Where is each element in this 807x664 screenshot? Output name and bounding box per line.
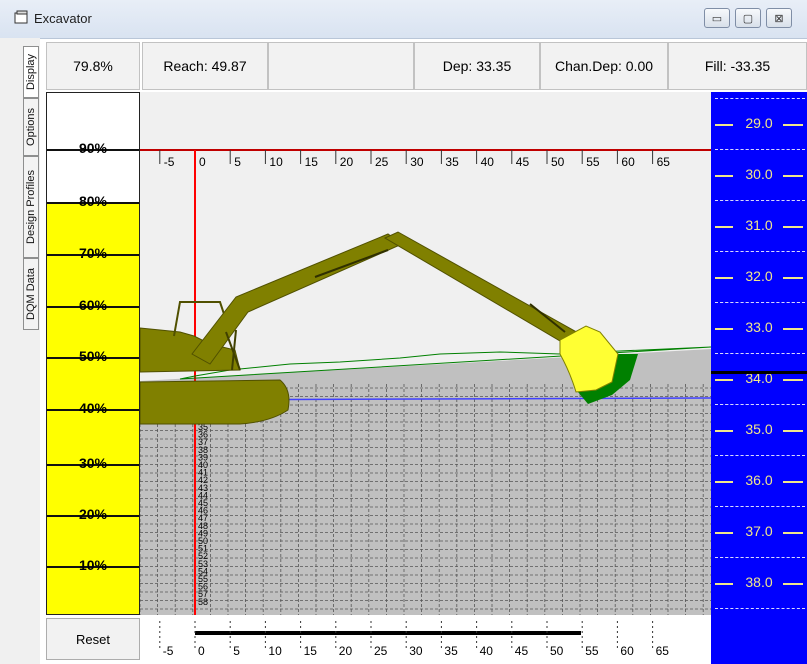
top-scale-label: 60	[621, 155, 635, 169]
bottom-ruler: -5 0 5 10 15 20 25 30 35 40 45 50 55 60 65	[140, 615, 711, 664]
depth-dash	[715, 608, 805, 609]
bottom-scale-label: 60	[620, 644, 634, 658]
depth-dash	[715, 557, 805, 558]
top-scale-label: 65	[657, 155, 671, 169]
window-icon	[14, 10, 28, 24]
bottom-scale-label: 10	[268, 644, 282, 658]
fill-readout: Fill: -33.35	[668, 42, 807, 90]
depth-label: 30.0	[745, 166, 773, 182]
fill-gauge: 90% 80% 70% 60% 50% 40% 30% 20% 10%	[46, 92, 140, 615]
gauge-label: 40%	[78, 400, 108, 416]
gauge-label: 10%	[78, 557, 108, 573]
depth-readout: Dep: 33.35	[414, 42, 540, 90]
blank-readout	[268, 42, 414, 90]
bottom-scale-label: 25	[374, 644, 388, 658]
depth-dash	[715, 404, 805, 405]
title-bar[interactable]: Excavator ▭ ▢ ⊠	[0, 0, 807, 39]
depth-dash	[715, 251, 805, 252]
bottom-scale-label: 45	[515, 644, 529, 658]
top-scale-label: 30	[410, 155, 424, 169]
top-scale-label: 0	[199, 155, 206, 169]
top-scale-label: -5	[164, 155, 175, 169]
gauge-label: 30%	[78, 455, 108, 471]
top-scale-label: 25	[375, 155, 389, 169]
depth-scale: 29.0 30.0 31.0 32.0 33.0 34.0 35.0 36.0 37.0 38.0	[711, 92, 807, 664]
bottom-scale-label: 15	[304, 644, 318, 658]
gauge-label: 20%	[78, 506, 108, 522]
excavator-scene: -505101520253035404550556065 30313233343…	[140, 92, 711, 615]
depth-dash	[715, 353, 805, 354]
gauge-label: 80%	[78, 193, 108, 209]
top-scale-label: 45	[516, 155, 530, 169]
depth-dash	[715, 149, 805, 150]
depth-dash	[715, 200, 805, 201]
reach-readout: Reach: 49.87	[142, 42, 268, 90]
minimize-button[interactable]: ▭	[704, 8, 730, 28]
bottom-scale-label: 0	[198, 644, 205, 658]
top-scale-label: 20	[340, 155, 354, 169]
gauge-label: 90%	[78, 140, 108, 156]
depth-dash	[715, 302, 805, 303]
bottom-scale-label: 5	[233, 644, 240, 658]
depth-label: 36.0	[745, 472, 773, 488]
depth-dash	[715, 98, 805, 99]
depth-label: 32.0	[745, 268, 773, 284]
bottom-scale-label: 30	[409, 644, 423, 658]
reset-button[interactable]: Reset	[46, 618, 140, 660]
top-scale-label: 40	[481, 155, 495, 169]
close-button[interactable]: ⊠	[766, 8, 792, 28]
top-scale-label: 10	[269, 155, 283, 169]
depth-label: 33.0	[745, 319, 773, 335]
gauge-label: 60%	[78, 297, 108, 313]
depth-label: 29.0	[745, 115, 773, 131]
depth-label: 35.0	[745, 421, 773, 437]
gauge-label: 50%	[78, 348, 108, 364]
tab-dqm-data[interactable]: DQM Data	[23, 258, 39, 330]
top-scale-label: 55	[586, 155, 600, 169]
depth-label: 37.0	[745, 523, 773, 539]
maximize-button[interactable]: ▢	[735, 8, 761, 28]
tab-design-profiles[interactable]: Design Profiles	[23, 156, 39, 258]
depth-mark: 58	[198, 597, 208, 607]
bottom-scale-label: 65	[656, 644, 670, 658]
bottom-scale-label: 50	[550, 644, 564, 658]
bottom-scale-label: -5	[163, 644, 174, 658]
depth-label: 38.0	[745, 574, 773, 590]
bottom-scale-label: 20	[339, 644, 353, 658]
top-scale-label: 5	[234, 155, 241, 169]
excavator-window: Excavator ▭ ▢ ⊠ Display Options Design P…	[0, 0, 807, 664]
current-depth-line	[711, 371, 807, 374]
gauge-label: 70%	[78, 245, 108, 261]
side-tabs: Display Options Design Profiles DQM Data	[0, 38, 40, 664]
window-title: Excavator	[34, 11, 92, 26]
depth-label: 31.0	[745, 217, 773, 233]
top-scale-label: 15	[305, 155, 319, 169]
bottom-scale-label: 55	[585, 644, 599, 658]
top-scale-label: 35	[445, 155, 459, 169]
bottom-scale-label: 35	[444, 644, 458, 658]
bottom-scale-label: 40	[480, 644, 494, 658]
channel-depth-readout: Chan.Dep: 0.00	[540, 42, 668, 90]
percent-readout: 79.8%	[46, 42, 140, 90]
depth-dash	[715, 506, 805, 507]
bottom-scale: -5 0 5 10 15 20 25 30 35 40 45 50 55 60 65	[159, 621, 670, 658]
excavator-tracks	[140, 379, 290, 425]
tab-options[interactable]: Options	[23, 98, 39, 156]
top-scale-label: 50	[551, 155, 565, 169]
depth-dash	[715, 455, 805, 456]
tab-display[interactable]: Display	[23, 46, 39, 98]
